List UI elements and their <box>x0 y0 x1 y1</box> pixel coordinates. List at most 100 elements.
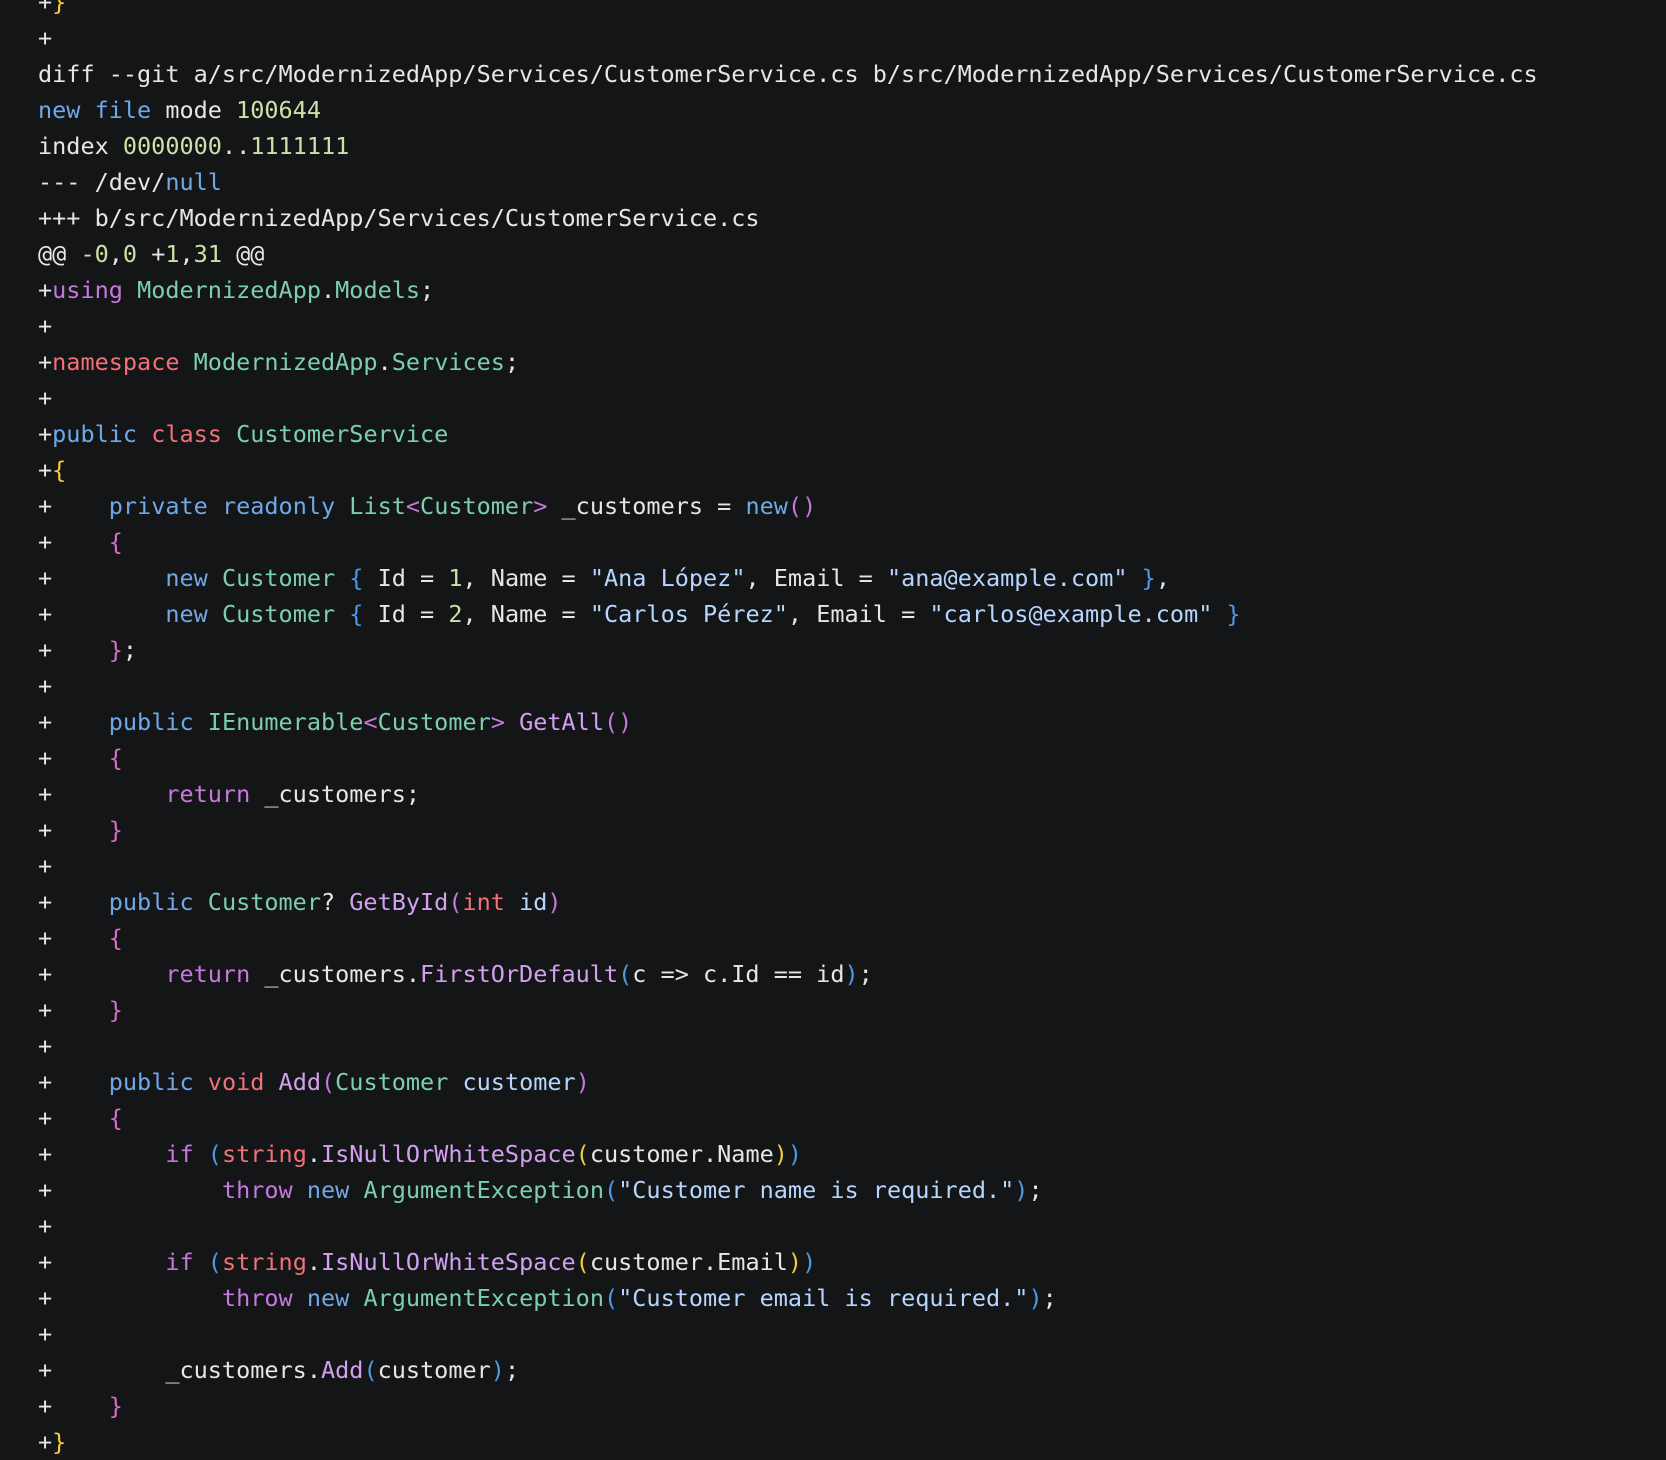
code-token: Add <box>278 1068 321 1096</box>
code-token: string <box>221 1140 307 1168</box>
code-token: ) <box>547 888 562 916</box>
code-token: + <box>38 1140 166 1168</box>
diff-line: + public Customer? GetById(int id) <box>38 884 1666 920</box>
code-token: ( <box>603 1284 619 1312</box>
diff-line: +} <box>38 0 1666 20</box>
code-token: c => c.Id == id <box>632 960 845 988</box>
code-token: -0 <box>80 240 109 268</box>
code-token: IsNullOrWhiteSpace <box>321 1248 576 1276</box>
code-token: ) <box>1014 1176 1029 1204</box>
code-token: . <box>377 348 392 376</box>
code-token: + <box>38 1392 109 1420</box>
code-token: + <box>38 672 53 700</box>
code-token: + <box>38 384 53 412</box>
code-token: ) <box>787 1140 803 1168</box>
code-token: return <box>165 780 251 808</box>
code-token: + <box>38 960 166 988</box>
code-token: , <box>108 240 123 268</box>
code-token: { <box>108 528 123 556</box>
code-token: void <box>207 1068 265 1096</box>
code-token: file <box>94 96 152 124</box>
code-token: + <box>38 420 53 448</box>
code-token: 0000000 <box>122 132 222 160</box>
code-token: } <box>1226 600 1241 628</box>
code-token: int <box>462 888 505 916</box>
code-token: + <box>38 1248 166 1276</box>
code-token: ( <box>448 888 463 916</box>
code-token: public <box>108 888 194 916</box>
diff-line: + <box>38 668 1666 704</box>
code-token: > <box>533 492 548 520</box>
code-token: _customers = <box>547 492 746 520</box>
code-token: customer <box>462 1068 576 1096</box>
diff-line: @@ -0,0 +1,31 @@ <box>38 236 1666 272</box>
code-token: --- /dev/ <box>38 168 166 196</box>
code-token: string <box>221 1248 307 1276</box>
code-token: ; <box>122 636 138 664</box>
code-token: ) <box>773 1140 788 1168</box>
code-token: Customer <box>377 708 491 736</box>
diff-line: --- /dev/null <box>38 164 1666 200</box>
code-token: 31 <box>193 240 222 268</box>
diff-line: + public IEnumerable<Customer> GetAll() <box>38 704 1666 740</box>
code-token: + <box>38 636 109 664</box>
diff-line: + <box>38 1316 1666 1352</box>
code-token: { <box>108 1104 123 1132</box>
code-token: _customers. <box>250 960 421 988</box>
diff-line: + <box>38 1028 1666 1064</box>
code-token: + <box>38 924 109 952</box>
diff-line: + <box>38 308 1666 344</box>
diff-line: + new Customer { Id = 1, Name = "Ana Lóp… <box>38 560 1666 596</box>
code-token: @@ <box>38 240 81 268</box>
code-token: 100644 <box>236 96 321 124</box>
code-token: mode <box>151 96 237 124</box>
code-token: ( <box>207 1140 222 1168</box>
code-token: } <box>1141 564 1156 592</box>
code-token: if <box>165 1140 194 1168</box>
code-token: ( <box>207 1248 222 1276</box>
code-token: { <box>52 456 67 484</box>
diff-line: + }; <box>38 632 1666 668</box>
diff-line: + } <box>38 1388 1666 1424</box>
diff-line: + { <box>38 1100 1666 1136</box>
code-token: Customer <box>335 1068 449 1096</box>
code-token: new <box>306 1284 350 1312</box>
code-token: Add <box>320 1356 364 1384</box>
code-token: private <box>108 492 208 520</box>
code-token: () <box>787 492 817 520</box>
code-token: + <box>38 348 53 376</box>
code-token: _customers; <box>250 780 421 808</box>
code-token: null <box>165 168 222 196</box>
code-token: 0 <box>122 240 138 268</box>
diff-line: +public class CustomerService <box>38 416 1666 452</box>
code-token: } <box>52 0 67 16</box>
code-token: ) <box>844 960 859 988</box>
code-token: 1 <box>165 240 180 268</box>
code-token: ) <box>787 1248 803 1276</box>
code-token: Models <box>335 276 421 304</box>
diff-line: + { <box>38 740 1666 776</box>
code-token: + <box>38 528 109 556</box>
code-token: < <box>363 708 378 736</box>
code-token: customer.Name <box>589 1140 774 1168</box>
code-token: + <box>38 852 53 880</box>
code-token: new <box>165 600 208 628</box>
code-token: + <box>38 816 109 844</box>
code-token: + <box>38 888 109 916</box>
code-token: IEnumerable <box>207 708 364 736</box>
code-token: ArgumentException <box>363 1176 604 1204</box>
code-token: + <box>38 1284 222 1312</box>
code-token: + <box>38 1032 53 1060</box>
code-token: Id = <box>363 564 449 592</box>
code-token: ) <box>575 1068 590 1096</box>
